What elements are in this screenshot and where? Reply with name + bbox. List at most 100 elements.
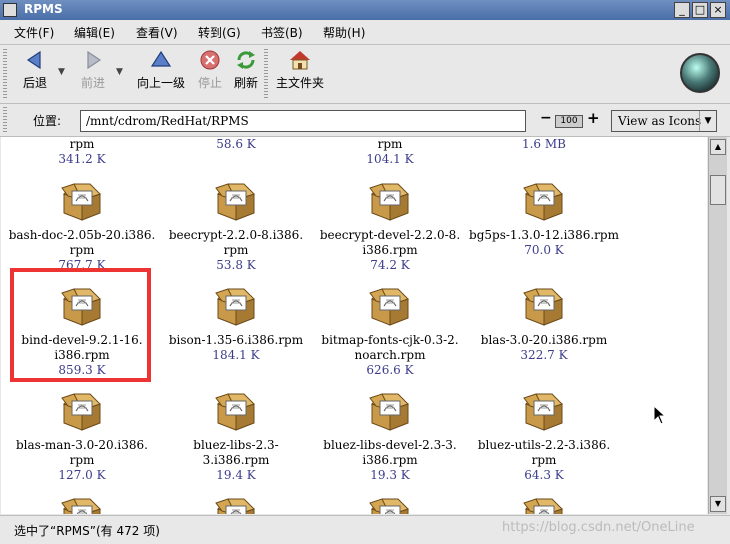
file-name: beecrypt-2.2.0-8.i386. [168, 228, 304, 242]
file-item[interactable]: bison-1.35-6.i386.rpm 184.1 K [161, 285, 311, 363]
refresh-label: 刷新 [233, 76, 258, 90]
menu-help[interactable]: 帮助(H) [323, 24, 365, 41]
rpm-package-icon [61, 393, 101, 431]
close-button[interactable]: × [710, 2, 726, 18]
file-item[interactable]: bluez-utils-2.2-3.i386. rpm 64.3 K [469, 390, 619, 483]
file-item[interactable]: bluez-libs-devel-2.3-3. i386.rpm 19.3 K [315, 390, 465, 483]
throbber-icon [680, 53, 720, 93]
rpm-package-icon [369, 288, 409, 326]
home-button[interactable]: 主文件夹 [272, 49, 328, 91]
stop-button[interactable]: 停止 [194, 49, 226, 91]
file-size: 70.0 K [524, 243, 564, 257]
file-item[interactable]: 1.6 MB [469, 137, 619, 152]
minimize-button[interactable]: _ [674, 2, 690, 18]
back-dropdown-icon[interactable]: ▼ [58, 67, 65, 77]
menu-edit[interactable]: 编辑(E) [74, 24, 115, 41]
rpm-package-icon [523, 393, 563, 431]
file-size: 626.6 K [366, 363, 414, 377]
file-size: 58.6 K [216, 137, 256, 151]
vertical-scrollbar[interactable]: ▲ ▼ [708, 137, 727, 514]
file-item[interactable]: 58.6 K [161, 137, 311, 152]
forward-label: 前进 [80, 76, 105, 90]
file-name: noarch.rpm [354, 348, 426, 362]
file-size: 53.8 K [216, 258, 256, 272]
menu-view[interactable]: 查看(V) [136, 24, 178, 41]
scroll-up-icon[interactable]: ▲ [710, 139, 726, 155]
home-icon [290, 51, 310, 70]
file-size: 104.1 K [366, 152, 414, 166]
scrollbar-thumb[interactable] [710, 175, 726, 205]
forward-dropdown-icon[interactable]: ▼ [116, 67, 123, 77]
menu-go[interactable]: 转到(G) [198, 24, 241, 41]
window-title: RPMS [24, 2, 63, 16]
file-item[interactable]: bluez-libs-2.3-3.i386.rpm 19.4 K [161, 390, 311, 483]
menu-file[interactable]: 文件(F) [14, 24, 54, 41]
rpm-package-icon[interactable] [368, 495, 412, 514]
rpm-package-icon [61, 183, 101, 221]
status-bar: 选中了“RPMS”(有 472 项) https://blog.csdn.net… [0, 515, 730, 544]
file-name: bash-doc-2.05b-20.i386. [8, 228, 156, 242]
rpm-package-icon[interactable] [522, 495, 566, 514]
file-item[interactable]: bitmap-fonts-cjk-0.3-2. noarch.rpm 626.6… [315, 285, 465, 378]
status-text: 选中了“RPMS”(有 472 项) [14, 524, 160, 538]
zoom-out-button[interactable]: − [540, 110, 552, 126]
file-size: 74.2 K [370, 258, 410, 272]
maximize-button[interactable]: □ [692, 2, 708, 18]
zoom-in-button[interactable]: + [587, 109, 600, 127]
rpm-package-icon[interactable] [214, 495, 258, 514]
file-item[interactable]: rpm 104.1 K [315, 137, 465, 167]
file-name: bitmap-fonts-cjk-0.3-2. [321, 333, 459, 347]
file-name: rpm [531, 453, 557, 467]
toolbar-grip[interactable] [3, 49, 7, 99]
rpm-package-icon[interactable] [60, 495, 104, 514]
file-name: bluez-libs-devel-2.3-3. [323, 438, 457, 452]
location-input[interactable]: /mnt/cdrom/RedHat/RPMS [80, 110, 526, 132]
location-bar: 位置: /mnt/cdrom/RedHat/RPMS − 100 + View … [0, 104, 730, 137]
file-name: blas-3.0-20.i386.rpm [480, 333, 608, 347]
stop-label: 停止 [197, 76, 222, 90]
watermark: https://blog.csdn.net/OneLine [502, 520, 695, 535]
file-icon-view[interactable]: rpm 341.2 K 58.6 K rpm 104.1 K 1.6 MB ba… [1, 137, 707, 514]
file-size: 322.7 K [520, 348, 568, 362]
back-label: 后退 [22, 76, 47, 90]
file-name: beecrypt-devel-2.2.0-8. [319, 228, 461, 242]
file-name: rpm [69, 243, 95, 257]
stop-icon [200, 50, 220, 70]
rpm-package-icon [215, 288, 255, 326]
forward-button[interactable]: 前进 [76, 49, 110, 91]
up-label: 向上一级 [136, 76, 185, 90]
back-button[interactable]: 后退 [18, 49, 52, 91]
file-size: 127.0 K [58, 468, 106, 482]
back-arrow-icon [26, 50, 41, 70]
zoom-level[interactable]: 100 [555, 115, 583, 128]
view-as-select[interactable]: View as Icons ▼ [611, 110, 717, 132]
file-item[interactable]: blas-man-3.0-20.i386. rpm 127.0 K [7, 390, 157, 483]
file-size: 19.4 K [216, 468, 256, 482]
file-item[interactable]: beecrypt-2.2.0-8.i386. rpm 53.8 K [161, 180, 311, 273]
up-button[interactable]: 向上一级 [134, 49, 188, 91]
title-bar: RPMS _ □ × [0, 0, 730, 20]
file-item[interactable]: bg5ps-1.3.0-12.i386.rpm 70.0 K [469, 180, 619, 258]
file-item[interactable]: beecrypt-devel-2.2.0-8. i386.rpm 74.2 K [315, 180, 465, 273]
file-name: rpm [69, 453, 95, 467]
file-name: i386.rpm [362, 243, 418, 257]
toolbar-separator [264, 49, 268, 99]
refresh-button[interactable]: 刷新 [230, 49, 262, 91]
file-item[interactable]: blas-3.0-20.i386.rpm 322.7 K [469, 285, 619, 363]
home-label: 主文件夹 [275, 76, 324, 90]
file-item[interactable]: bash-doc-2.05b-20.i386. rpm 767.7 K [7, 180, 157, 273]
file-item[interactable]: rpm 341.2 K [7, 137, 157, 167]
menu-bar: 文件(F) 编辑(E) 查看(V) 转到(G) 书签(B) 帮助(H) [0, 20, 730, 45]
scroll-down-icon[interactable]: ▼ [710, 496, 726, 512]
file-name: bison-1.35-6.i386.rpm [168, 333, 304, 347]
forward-arrow-icon [87, 50, 102, 70]
file-name: rpm [223, 243, 249, 257]
app-icon[interactable] [3, 3, 17, 17]
menu-bookmarks[interactable]: 书签(B) [261, 24, 303, 41]
up-arrow-icon [150, 50, 172, 67]
location-grip[interactable] [3, 107, 7, 133]
view-as-label: View as Icons [618, 114, 702, 128]
file-name: bluez-utils-2.2-3.i386. [477, 438, 611, 452]
chevron-down-icon: ▼ [699, 111, 716, 131]
file-size: 341.2 K [58, 152, 106, 166]
